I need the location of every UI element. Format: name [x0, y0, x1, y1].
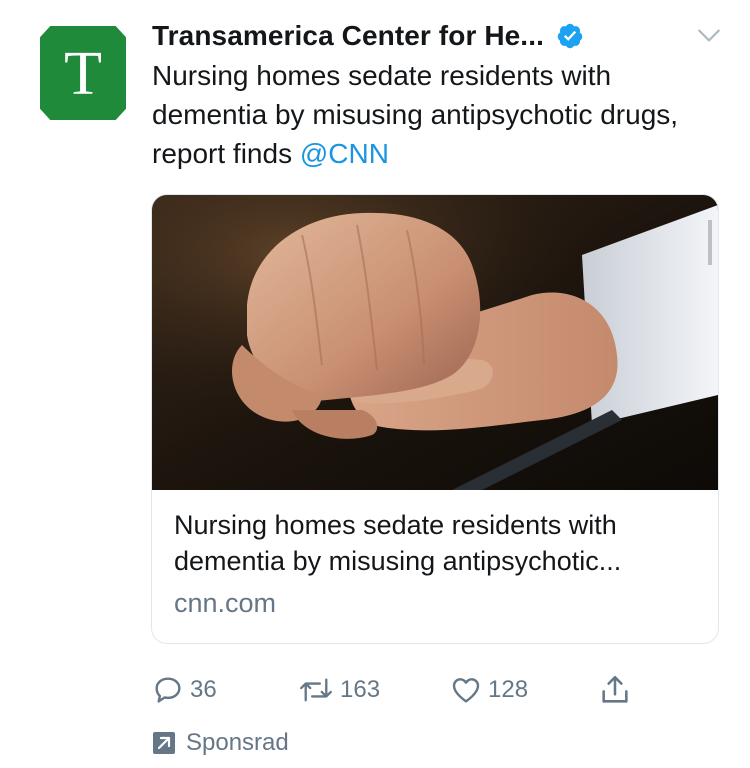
reply-count: 36: [190, 676, 217, 703]
promoted-arrow-icon: [153, 732, 175, 754]
tweet-body: Nursing homes sedate residents with deme…: [152, 60, 679, 169]
retweet-button[interactable]: 163: [298, 672, 380, 708]
card-image-hands-photo[interactable]: [152, 195, 718, 490]
card-domain: cnn.com: [174, 588, 277, 618]
link-card[interactable]: Nursing homes sedate residents with deme…: [151, 194, 719, 644]
verified-badge-icon: [557, 23, 583, 49]
reply-icon: [155, 677, 181, 703]
tweet-actions: 36 163 128: [152, 672, 712, 708]
share-icon: [602, 675, 628, 703]
heart-icon: [452, 678, 480, 703]
retweet-count: 163: [340, 676, 381, 703]
tweet-header: Transamerica Center for He...: [152, 16, 712, 56]
reply-button[interactable]: 36: [152, 672, 217, 708]
mention-link[interactable]: @CNN: [300, 138, 389, 169]
chevron-down-icon[interactable]: [696, 22, 722, 48]
promoted-label: Sponsrad: [186, 729, 289, 756]
share-button[interactable]: [598, 672, 632, 708]
avatar-letter: T: [64, 40, 102, 108]
like-count: 128: [488, 676, 529, 703]
retweet-icon: [300, 678, 332, 702]
author-avatar[interactable]: T: [40, 26, 126, 120]
tweet-text: Nursing homes sedate residents with deme…: [152, 56, 712, 173]
like-button[interactable]: 128: [450, 672, 528, 708]
promoted-indicator[interactable]: Sponsrad: [152, 726, 289, 760]
author-name[interactable]: Transamerica Center for He...: [152, 20, 544, 52]
card-title: Nursing homes sedate residents with deme…: [174, 510, 622, 576]
